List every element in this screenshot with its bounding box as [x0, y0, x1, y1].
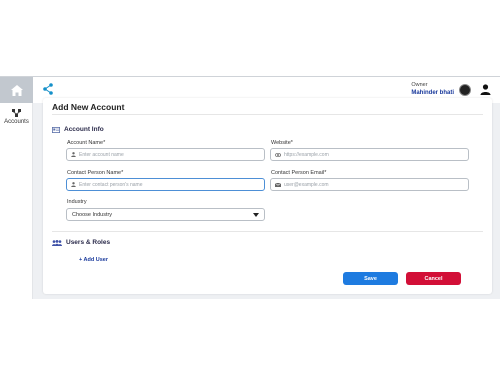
website-field[interactable]: https://example.com [270, 148, 469, 161]
industry-label: Industry [67, 199, 87, 205]
section-heading: Users & Roles [66, 239, 111, 246]
title-divider [52, 114, 483, 115]
account-name-placeholder: Enter account name [79, 151, 124, 158]
contact-person-name-label: Contact Person Name* [67, 170, 124, 176]
accounts-icon [12, 109, 21, 117]
contact-person-email-label: Contact Person Email* [271, 170, 327, 176]
contact-person-name-field[interactable]: Enter contact person's name [66, 178, 265, 191]
section-heading: Account Info [64, 126, 104, 133]
save-button[interactable]: Save [343, 272, 398, 285]
sidebar-item-label: Accounts [4, 119, 29, 125]
users-icon [52, 239, 62, 246]
section-account-info: Account Info [52, 126, 104, 133]
home-icon [10, 84, 23, 96]
add-user-button[interactable]: + Add User [79, 257, 108, 263]
contact-person-email-placeholder: user@example.com [284, 181, 329, 188]
section-users-roles: Users & Roles [52, 239, 110, 246]
app-shell: Accounts Owner Mahinder bhati Add New Ac… [0, 77, 500, 299]
account-name-label: Account Name* [67, 140, 106, 146]
share-icon[interactable] [43, 83, 53, 95]
website-placeholder: https://example.com [284, 151, 329, 158]
person-icon [71, 182, 76, 187]
owner-role: Owner [411, 82, 428, 88]
industry-selected-value: Choose Industry [72, 211, 113, 218]
user-icon[interactable] [480, 84, 491, 95]
sidebar: Accounts [0, 77, 33, 299]
home-button[interactable] [0, 77, 33, 103]
contact-person-email-field[interactable]: user@example.com [270, 178, 469, 191]
website-label: Website* [271, 140, 293, 146]
page-title: Add New Account [52, 102, 125, 112]
link-icon [275, 152, 281, 157]
contact-person-name-placeholder: Enter contact person's name [79, 181, 143, 188]
section-divider [52, 231, 483, 232]
person-icon [71, 152, 76, 157]
industry-select[interactable]: Choose Industry [66, 208, 265, 221]
cancel-button[interactable]: Cancel [406, 272, 461, 285]
owner-info: Owner Mahinder bhati [411, 82, 454, 96]
owner-name[interactable]: Mahinder bhati [411, 90, 454, 96]
sidebar-item-accounts[interactable]: Accounts [0, 109, 33, 125]
account-info-icon [52, 126, 60, 133]
email-icon [275, 182, 281, 187]
add-account-card: Add New Account Account Info Account Nam… [43, 98, 492, 294]
account-name-field[interactable]: Enter account name [66, 148, 265, 161]
avatar[interactable] [459, 84, 471, 96]
caret-down-icon [253, 212, 259, 217]
